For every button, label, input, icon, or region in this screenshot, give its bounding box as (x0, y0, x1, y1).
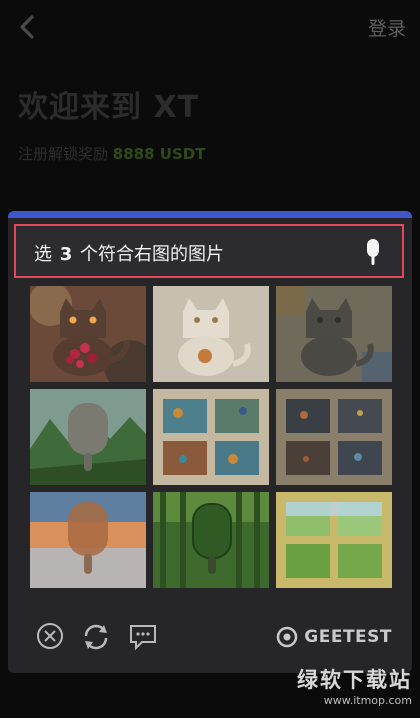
tile-window-mosaic[interactable] (153, 389, 269, 485)
login-link[interactable]: 登录 (368, 14, 406, 41)
image-grid (30, 286, 392, 651)
geetest-brand[interactable]: GEETEST (276, 626, 392, 648)
back-arrow-icon[interactable] (16, 14, 38, 40)
site-watermark: 绿软下载站 www.itmop.com (297, 664, 412, 707)
tile-popsicle-sunset[interactable] (30, 492, 146, 588)
reward-line: 注册解锁奖励 8888 USDT (18, 143, 205, 164)
welcome-title: 欢迎来到 XT (18, 90, 200, 125)
top-bar: 登录 (0, 0, 420, 56)
prompt-prefix: 选 (34, 244, 52, 265)
tile-cat-mosaic[interactable] (276, 286, 392, 382)
popsicle-icon (367, 239, 379, 265)
tile-cat-flowers[interactable] (30, 286, 146, 382)
tile-window-field[interactable] (276, 492, 392, 588)
refresh-icon[interactable] (80, 622, 112, 652)
feedback-icon[interactable] (128, 622, 158, 652)
close-icon[interactable] (36, 622, 64, 650)
prompt-text: 选 3 个符合右图的图片 (34, 240, 224, 266)
tile-popsicle-forest[interactable] (153, 492, 269, 588)
captcha-panel: 选 3 个符合右图的图片 GEETEST (8, 211, 412, 673)
tile-cat-white[interactable] (153, 286, 269, 382)
captcha-footer: GEETEST (8, 616, 412, 666)
prompt-suffix: 个符合右图的图片 (80, 244, 224, 265)
captcha-prompt: 选 3 个符合右图的图片 (14, 224, 404, 278)
tile-window-dark[interactable] (276, 389, 392, 485)
panel-accent-bar (8, 211, 412, 218)
reward-prefix: 注册解锁奖励 (18, 145, 109, 163)
reward-amount: 8888 USDT (112, 145, 206, 163)
tile-popsicle-mountains[interactable] (30, 389, 146, 485)
prompt-count: 3 (59, 244, 73, 265)
watermark-title: 绿软下载站 (297, 668, 412, 692)
watermark-url: www.itmop.com (323, 694, 412, 707)
geetest-label: GEETEST (304, 627, 392, 647)
geetest-logo-icon (277, 626, 298, 648)
